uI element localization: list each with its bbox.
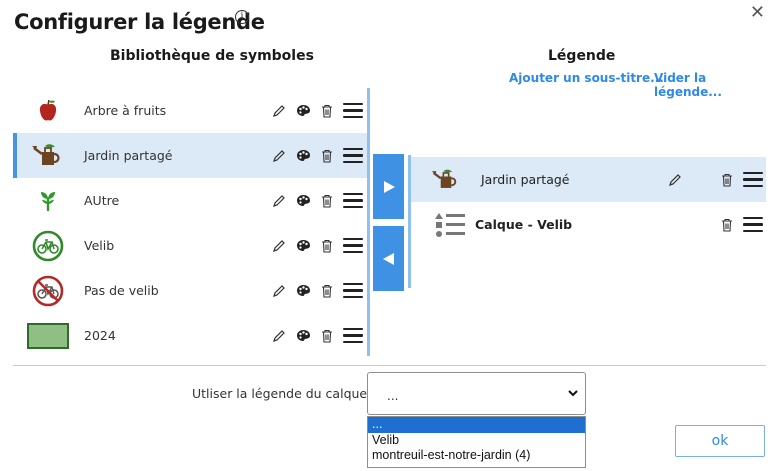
dropdown-option[interactable]: ... (368, 417, 585, 433)
green-rectangle-swatch (25, 318, 71, 354)
legend-item-shared-garden[interactable]: Jardin partagé (411, 157, 766, 202)
edit-pencil-icon[interactable] (267, 145, 291, 167)
legend-item-layer-velib[interactable]: Calque - Velib (411, 202, 766, 247)
add-to-legend-button[interactable] (373, 154, 404, 219)
arrow-right-icon (383, 180, 395, 193)
watering-can-icon (429, 163, 463, 197)
footer-divider (13, 365, 766, 366)
library-header: Bibliothèque de symboles (110, 48, 314, 64)
library-item-shared-garden[interactable]: Jardin partagé (13, 133, 367, 178)
library-item-fruit-tree[interactable]: Arbre à fruits (13, 88, 367, 133)
clear-legend-link[interactable]: Vider la légende... (654, 71, 777, 99)
palette-icon[interactable] (291, 100, 315, 122)
drag-handle-icon[interactable] (343, 147, 363, 164)
edit-pencil-icon[interactable] (267, 235, 291, 257)
library-item-label: Velib (84, 238, 115, 253)
library-item-other[interactable]: AUtre (13, 178, 367, 223)
trash-icon[interactable] (315, 190, 339, 212)
dialog-title: Configurer la légende (14, 10, 265, 34)
item-actions (267, 190, 363, 212)
library-item-label: Jardin partagé (84, 148, 173, 163)
item-actions (267, 235, 363, 257)
arrow-left-icon (382, 252, 394, 265)
library-item-label: Pas de velib (84, 283, 159, 298)
item-actions (715, 214, 763, 236)
item-actions (663, 169, 763, 191)
trash-icon[interactable] (715, 169, 739, 191)
trash-icon[interactable] (315, 325, 339, 347)
close-icon[interactable]: ✕ (750, 2, 765, 23)
palette-icon[interactable] (291, 280, 315, 302)
chevron-down-icon (568, 390, 578, 397)
library-item-label: 2024 (84, 328, 116, 343)
item-actions (267, 100, 363, 122)
drag-handle-icon[interactable] (343, 192, 363, 209)
add-subtitle-link[interactable]: Ajouter un sous-titre... (509, 71, 664, 85)
dropdown-option[interactable]: montreuil-est-notre-jardin (4) (368, 448, 585, 464)
library-scrollbar[interactable] (367, 88, 370, 356)
item-actions (267, 325, 363, 347)
edit-pencil-icon[interactable] (267, 325, 291, 347)
drag-handle-icon[interactable] (343, 327, 363, 344)
legend-list: Jardin partagé Calque - Velib (411, 157, 766, 247)
library-item-velib[interactable]: Velib (13, 223, 367, 268)
bicycle-icon (25, 228, 71, 264)
trash-icon[interactable] (715, 214, 739, 236)
library-item-label: Arbre à fruits (84, 103, 167, 118)
sprout-icon (25, 183, 71, 219)
drag-handle-icon[interactable] (743, 216, 763, 233)
legend-item-label: Calque - Velib (475, 217, 573, 232)
layer-legend-dropdown: ... Velib montreuil-est-notre-jardin (4) (367, 416, 586, 468)
palette-icon[interactable] (291, 190, 315, 212)
palette-icon[interactable] (291, 145, 315, 167)
ok-button[interactable]: ok (675, 425, 765, 457)
symbol-library-list: Arbre à fruits Jardin partagé AUtre Veli… (13, 88, 367, 358)
edit-pencil-icon[interactable] (267, 100, 291, 122)
trash-icon[interactable] (315, 100, 339, 122)
select-value: ... (387, 389, 399, 403)
item-actions (267, 280, 363, 302)
apple-icon (25, 93, 71, 129)
layer-legend-select-label: Utliser la légende du calque : (192, 386, 376, 401)
item-actions (267, 145, 363, 167)
legend-header: Légende (548, 48, 616, 64)
library-item-no-velib[interactable]: Pas de velib (13, 268, 367, 313)
drag-handle-icon[interactable] (343, 282, 363, 299)
drag-handle-icon[interactable] (343, 237, 363, 254)
remove-from-legend-button[interactable] (373, 226, 404, 291)
edit-pencil-icon[interactable] (267, 280, 291, 302)
layer-legend-icon (433, 208, 467, 242)
no-bicycle-icon (25, 273, 71, 309)
dropdown-option[interactable]: Velib (368, 433, 585, 449)
trash-icon[interactable] (315, 145, 339, 167)
layer-legend-select[interactable]: ... (367, 372, 586, 415)
edit-pencil-icon[interactable] (663, 169, 687, 191)
legend-item-label: Jardin partagé (481, 172, 570, 187)
drag-handle-icon[interactable] (743, 171, 763, 188)
trash-icon[interactable] (315, 280, 339, 302)
palette-icon[interactable] (291, 325, 315, 347)
trash-icon[interactable] (315, 235, 339, 257)
info-icon[interactable]: i (235, 10, 249, 24)
library-item-label: AUtre (84, 193, 120, 208)
palette-icon[interactable] (291, 235, 315, 257)
library-item-2024[interactable]: 2024 (13, 313, 367, 358)
watering-can-icon (25, 138, 71, 174)
drag-handle-icon[interactable] (343, 102, 363, 119)
edit-pencil-icon[interactable] (267, 190, 291, 212)
